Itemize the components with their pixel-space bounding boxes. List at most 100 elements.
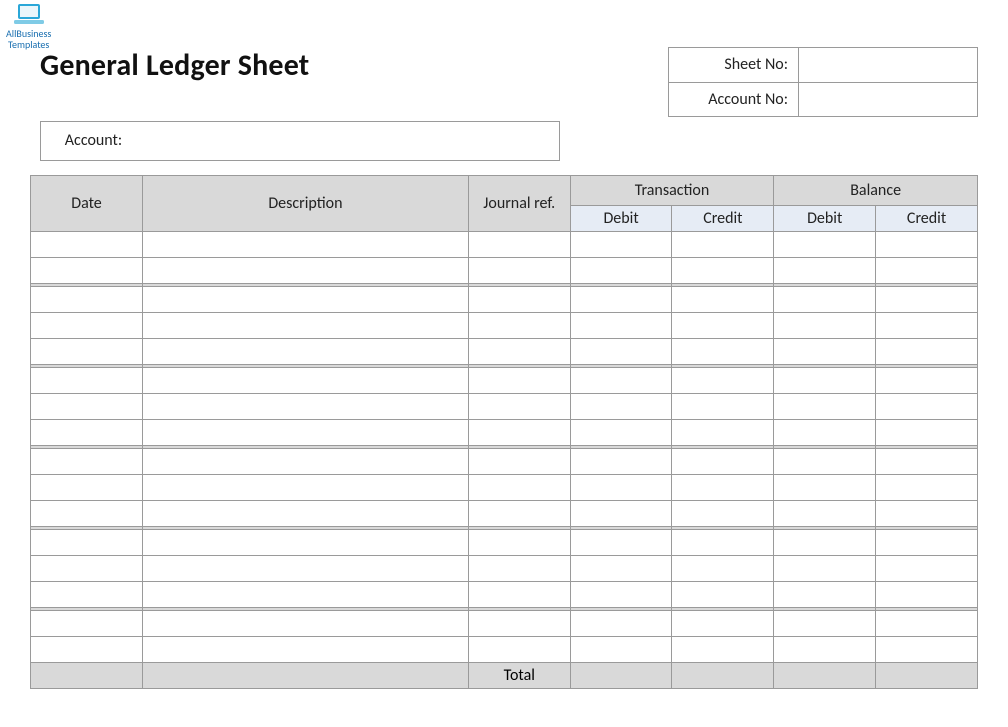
cell-date[interactable] [31, 231, 143, 257]
cell-description[interactable] [143, 312, 469, 338]
cell-t-credit[interactable] [672, 529, 774, 555]
cell-description[interactable] [143, 448, 469, 474]
cell-date[interactable] [31, 500, 143, 526]
cell-b-debit[interactable] [774, 636, 876, 662]
cell-date[interactable] [31, 636, 143, 662]
cell-b-debit[interactable] [774, 581, 876, 607]
cell-date[interactable] [31, 393, 143, 419]
cell-description[interactable] [143, 474, 469, 500]
cell-b-credit[interactable] [876, 555, 978, 581]
cell-t-debit[interactable] [570, 419, 672, 445]
cell-t-credit[interactable] [672, 448, 774, 474]
cell-description[interactable] [143, 636, 469, 662]
cell-b-credit[interactable] [876, 448, 978, 474]
cell-journal-ref[interactable] [468, 500, 570, 526]
cell-t-credit[interactable] [672, 393, 774, 419]
cell-description[interactable] [143, 555, 469, 581]
cell-date[interactable] [31, 312, 143, 338]
cell-b-debit[interactable] [774, 257, 876, 283]
cell-journal-ref[interactable] [468, 338, 570, 364]
cell-description[interactable] [143, 393, 469, 419]
cell-description[interactable] [143, 257, 469, 283]
account-no-value[interactable] [799, 83, 977, 116]
cell-t-credit[interactable] [672, 231, 774, 257]
cell-b-credit[interactable] [876, 257, 978, 283]
cell-date[interactable] [31, 419, 143, 445]
cell-b-credit[interactable] [876, 500, 978, 526]
cell-t-credit[interactable] [672, 581, 774, 607]
cell-t-credit[interactable] [672, 367, 774, 393]
cell-b-credit[interactable] [876, 231, 978, 257]
cell-b-credit[interactable] [876, 610, 978, 636]
cell-description[interactable] [143, 581, 469, 607]
cell-journal-ref[interactable] [468, 610, 570, 636]
cell-b-debit[interactable] [774, 555, 876, 581]
cell-t-debit[interactable] [570, 474, 672, 500]
cell-description[interactable] [143, 500, 469, 526]
cell-b-debit[interactable] [774, 338, 876, 364]
cell-b-credit[interactable] [876, 367, 978, 393]
cell-b-debit[interactable] [774, 286, 876, 312]
cell-b-debit[interactable] [774, 529, 876, 555]
cell-t-debit[interactable] [570, 581, 672, 607]
cell-b-credit[interactable] [876, 419, 978, 445]
cell-b-debit[interactable] [774, 231, 876, 257]
cell-journal-ref[interactable] [468, 257, 570, 283]
cell-b-debit[interactable] [774, 474, 876, 500]
cell-journal-ref[interactable] [468, 448, 570, 474]
cell-description[interactable] [143, 367, 469, 393]
cell-t-debit[interactable] [570, 529, 672, 555]
cell-b-debit[interactable] [774, 610, 876, 636]
cell-b-debit[interactable] [774, 393, 876, 419]
cell-date[interactable] [31, 448, 143, 474]
cell-t-credit[interactable] [672, 338, 774, 364]
cell-journal-ref[interactable] [468, 286, 570, 312]
cell-t-debit[interactable] [570, 312, 672, 338]
sheet-no-value[interactable] [799, 48, 977, 82]
cell-b-credit[interactable] [876, 312, 978, 338]
cell-date[interactable] [31, 581, 143, 607]
cell-t-debit[interactable] [570, 500, 672, 526]
cell-journal-ref[interactable] [468, 636, 570, 662]
cell-journal-ref[interactable] [468, 419, 570, 445]
cell-journal-ref[interactable] [468, 393, 570, 419]
cell-description[interactable] [143, 286, 469, 312]
cell-journal-ref[interactable] [468, 474, 570, 500]
cell-b-credit[interactable] [876, 529, 978, 555]
cell-b-debit[interactable] [774, 419, 876, 445]
cell-t-debit[interactable] [570, 448, 672, 474]
cell-b-credit[interactable] [876, 474, 978, 500]
cell-b-debit[interactable] [774, 500, 876, 526]
cell-description[interactable] [143, 338, 469, 364]
cell-t-credit[interactable] [672, 474, 774, 500]
cell-date[interactable] [31, 529, 143, 555]
cell-t-credit[interactable] [672, 286, 774, 312]
cell-t-credit[interactable] [672, 555, 774, 581]
cell-b-debit[interactable] [774, 312, 876, 338]
cell-b-credit[interactable] [876, 581, 978, 607]
cell-b-credit[interactable] [876, 338, 978, 364]
cell-t-debit[interactable] [570, 257, 672, 283]
cell-description[interactable] [143, 610, 469, 636]
cell-t-debit[interactable] [570, 231, 672, 257]
cell-journal-ref[interactable] [468, 529, 570, 555]
cell-date[interactable] [31, 338, 143, 364]
cell-t-debit[interactable] [570, 393, 672, 419]
cell-t-credit[interactable] [672, 419, 774, 445]
cell-b-credit[interactable] [876, 636, 978, 662]
cell-t-credit[interactable] [672, 610, 774, 636]
cell-description[interactable] [143, 419, 469, 445]
cell-b-debit[interactable] [774, 448, 876, 474]
cell-date[interactable] [31, 555, 143, 581]
cell-t-debit[interactable] [570, 367, 672, 393]
cell-date[interactable] [31, 610, 143, 636]
cell-t-debit[interactable] [570, 555, 672, 581]
cell-date[interactable] [31, 257, 143, 283]
cell-t-credit[interactable] [672, 257, 774, 283]
cell-description[interactable] [143, 231, 469, 257]
cell-date[interactable] [31, 474, 143, 500]
cell-t-debit[interactable] [570, 338, 672, 364]
cell-journal-ref[interactable] [468, 555, 570, 581]
cell-description[interactable] [143, 529, 469, 555]
cell-date[interactable] [31, 286, 143, 312]
